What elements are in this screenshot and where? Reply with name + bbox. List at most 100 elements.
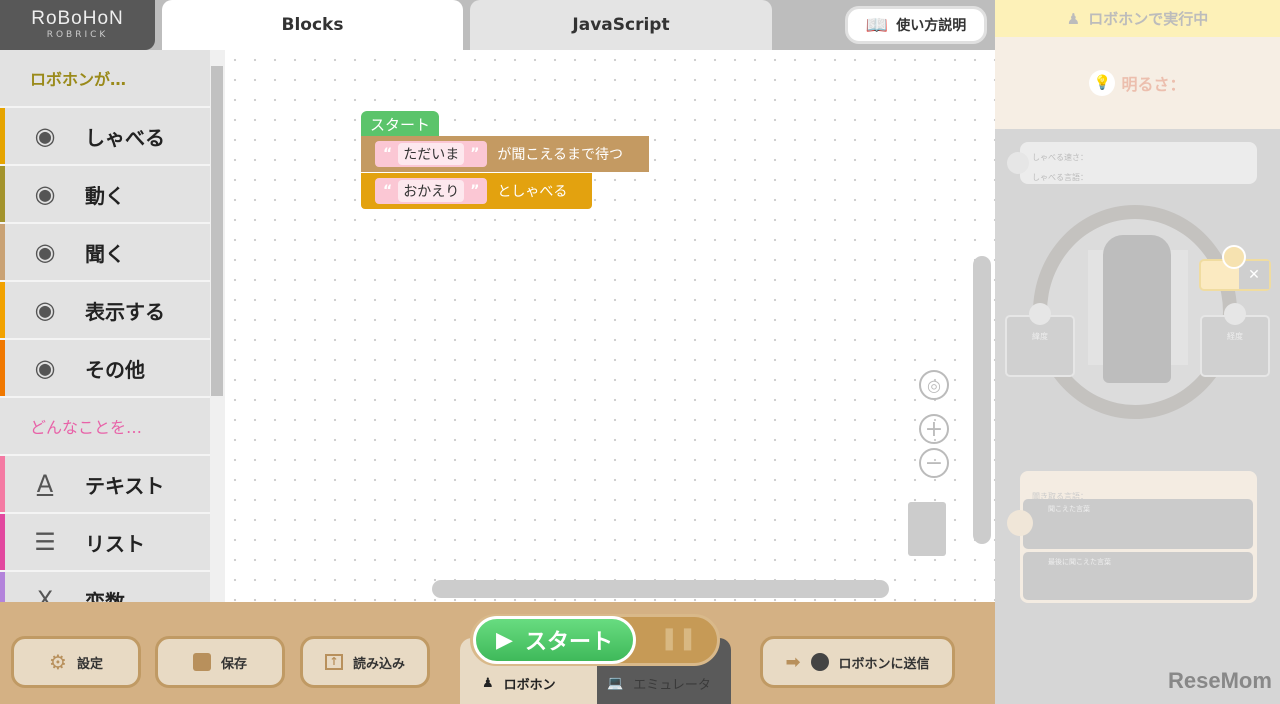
close-quote: ” <box>470 146 480 162</box>
settings-label: 設定 <box>76 656 103 672</box>
block-workspace[interactable]: スタート “ ただいま ” が聞こえるまで待つ “ おかえり ” としゃべる ◎ + − <box>225 50 995 602</box>
robot-display-icon: ◉ <box>34 296 56 324</box>
sidebar-item-text[interactable]: A テキスト <box>0 456 210 512</box>
category-header-robohon: ロボホンが… <box>0 50 210 106</box>
speech-settings-bubble: しゃべる速さ： しゃべる言語： <box>1020 142 1257 184</box>
robot-status-panel: ♟ ロボホンで実行中 💡 明るさ： しゃべる速さ： しゃべる言語： 緯度 経度 ✕ 聞… <box>995 0 1280 704</box>
wait-until-heard-block[interactable]: “ ただいま ” が聞こえるまで待つ <box>361 136 649 172</box>
close-icon[interactable]: ✕ <box>1239 261 1269 289</box>
robohon-figure <box>1103 235 1171 383</box>
arrow-right-icon: ➡ <box>785 651 801 673</box>
latitude-icon <box>1029 303 1051 325</box>
robot-move-icon: ◉ <box>34 180 56 208</box>
mode-robohon-label: ロボホン <box>503 678 556 693</box>
sidebar-item-list[interactable]: ☰ リスト <box>0 514 210 570</box>
robot-speak-icon <box>1007 152 1029 174</box>
category-label: 表示する <box>85 299 165 324</box>
robot-speak-icon: ◉ <box>34 122 56 150</box>
laptop-icon: 💻 <box>607 676 624 691</box>
open-quote: “ <box>383 183 393 199</box>
robot-icon: ♟ <box>1066 9 1081 28</box>
category-label: 変数 <box>85 589 125 603</box>
workspace-horizontal-scrollbar[interactable] <box>432 580 889 598</box>
variable-icon: X <box>36 586 54 602</box>
load-label: 読み込み <box>352 656 405 672</box>
sidebar-item-other[interactable]: ◉ その他 <box>0 340 210 396</box>
sidebar-item-listen[interactable]: ◉ 聞く <box>0 224 210 280</box>
save-button[interactable]: 保存 <box>155 636 285 688</box>
zoom-in-icon[interactable]: + <box>919 414 949 444</box>
settings-button[interactable]: ⚙ 設定 <box>11 636 141 688</box>
book-icon: 📖 <box>865 14 889 36</box>
bottom-toolbar: ⚙ 設定 保存 ↑ 読み込み ♟ ロボホン 💻 エミュレータ ▶ スタート ❚❚ ➡ ロボホ… <box>0 602 995 704</box>
robot-listen-icon <box>1007 510 1033 536</box>
heard-label: 聞こえた言葉 <box>1048 505 1090 513</box>
face-icon <box>1222 245 1246 269</box>
recenter-icon[interactable]: ◎ <box>919 370 949 400</box>
send-to-robohon-button[interactable]: ➡ ロボホンに送信 <box>760 636 955 688</box>
save-label: 保存 <box>220 656 247 672</box>
block-label: としゃべる <box>497 184 568 200</box>
last-heard-box: 最後に聞こえた言葉 <box>1023 552 1253 600</box>
speak-block[interactable]: “ おかえり ” としゃべる <box>361 173 592 209</box>
floppy-icon <box>192 653 211 671</box>
block-label: が聞こえるまで待つ <box>497 147 623 163</box>
play-icon: ▶ <box>496 627 513 653</box>
brightness-label: 明るさ： <box>1121 75 1186 94</box>
start-hat-block[interactable]: スタート <box>361 111 439 137</box>
resemom-watermark: ReseMom <box>1168 668 1272 693</box>
send-label: ロボホンに送信 <box>838 656 930 672</box>
robot-other-icon: ◉ <box>34 354 56 382</box>
close-quote: ” <box>470 183 480 199</box>
text-value-block[interactable]: “ ただいま ” <box>375 141 488 167</box>
open-quote: “ <box>383 146 393 162</box>
sidebar-item-display[interactable]: ◉ 表示する <box>0 282 210 338</box>
sidebar-item-move[interactable]: ◉ 動く <box>0 166 210 222</box>
logo-subtitle: ROBRICK <box>46 30 109 40</box>
text-value[interactable]: おかえり <box>398 180 465 202</box>
start-button[interactable]: ▶ スタート <box>473 616 636 664</box>
help-button[interactable]: 📖 使い方説明 <box>845 6 987 44</box>
running-status-bar: ♟ ロボホンで実行中 <box>995 0 1280 37</box>
trash-icon[interactable] <box>908 502 946 556</box>
list-icon: ☰ <box>34 528 56 556</box>
listen-panel: 聞き取る言語： 聞こえた言葉 最後に聞こえた言葉 <box>1020 471 1257 603</box>
category-label: しゃべる <box>85 125 165 150</box>
logo-title: RoBoHoN <box>31 8 124 29</box>
load-button[interactable]: ↑ 読み込み <box>300 636 430 688</box>
tab-blocks[interactable]: Blocks <box>162 0 463 50</box>
sidebar-item-speak[interactable]: ◉ しゃべる <box>0 108 210 164</box>
zoom-out-icon[interactable]: − <box>919 448 949 478</box>
lightbulb-icon: 💡 <box>1089 70 1116 96</box>
category-sidebar: ロボホンが… ◉ しゃべる ◉ 動く ◉ 聞く ◉ 表示する ◉ その他 どんなことを… … <box>0 50 210 602</box>
category-label: その他 <box>85 357 145 382</box>
category-label: 聞く <box>85 241 125 266</box>
tab-javascript[interactable]: JavaScript <box>470 0 772 50</box>
workspace-vertical-scrollbar[interactable] <box>973 256 991 544</box>
category-label: テキスト <box>85 473 165 498</box>
category-label: リスト <box>85 531 145 556</box>
latitude-label: 緯度 <box>1032 332 1048 341</box>
help-label: 使い方説明 <box>896 18 967 34</box>
robot-icon: ♟ <box>482 676 494 691</box>
longitude-icon <box>1224 303 1246 325</box>
running-label: ロボホンで実行中 <box>1088 10 1209 28</box>
gear-icon: ⚙ <box>49 650 67 674</box>
mode-emulator-label: エミュレータ <box>633 678 711 693</box>
brightness-row: 💡 明るさ： <box>995 37 1280 129</box>
robot-listen-icon: ◉ <box>34 238 56 266</box>
category-header-what: どんなことを… <box>0 398 210 454</box>
pause-button[interactable]: ❚❚ <box>660 626 697 651</box>
sidebar-scroll-thumb[interactable] <box>211 66 223 396</box>
upload-icon: ↑ <box>324 654 343 670</box>
last-heard-label: 最後に聞こえた言葉 <box>1048 558 1111 566</box>
longitude-label: 経度 <box>1227 332 1243 341</box>
robrick-logo: RoBoHoN ROBRICK <box>0 0 155 50</box>
sidebar-item-variable[interactable]: X 変数 <box>0 572 210 602</box>
text-icon: A <box>36 470 54 498</box>
speak-speed-label: しゃべる速さ： <box>1032 153 1088 162</box>
text-value[interactable]: ただいま <box>398 143 465 165</box>
start-label: スタート <box>524 630 613 655</box>
text-value-block[interactable]: “ おかえり ” <box>375 178 488 204</box>
category-label: 動く <box>85 183 125 208</box>
